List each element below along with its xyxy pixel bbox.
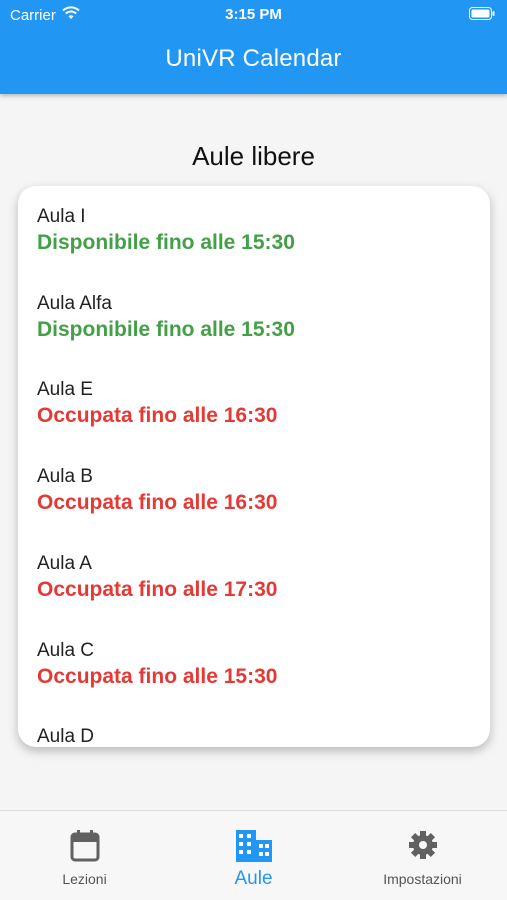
room-name: Aula A [37,553,92,574]
room-item[interactable]: Aula A Occupata fino alle 17:30 [37,552,477,604]
room-item[interactable]: Aula C Occupata fino alle 15:30 [37,639,477,691]
room-name: Aula B [37,466,93,487]
calendar-icon [0,829,169,863]
room-name: Aula D [37,726,95,747]
tab-label: Impostazioni [383,871,462,887]
tab-aule[interactable]: Aule [169,811,338,900]
room-item[interactable]: Aula D [37,725,477,747]
bottom-navigation: Lezioni Aule Impostazioni [0,810,507,900]
room-status: Occupata fino alle 16:30 [37,404,278,427]
gear-icon [338,829,507,863]
room-item[interactable]: Aula I Disponibile fino alle 15:30 [37,205,477,257]
room-name: Aula Alfa [37,293,112,314]
tab-lezioni[interactable]: Lezioni [0,811,169,900]
room-status: Disponibile fino alle 15:30 [37,231,295,254]
page-heading: Aule libere [192,141,315,171]
app-title: UniVR Calendar [165,45,342,72]
room-status: Occupata fino alle 16:30 [37,491,278,514]
room-name: Aula E [37,379,93,400]
room-name: Aula C [37,640,95,661]
app-bar: Carrier 3:15 PM UniVR Calendar [0,0,507,94]
battery-icon [469,7,495,24]
rooms-list-card[interactable]: Aula I Disponibile fino alle 15:30 Aula … [18,186,490,747]
tab-label: Aule [234,868,273,889]
status-bar: Carrier 3:15 PM [0,0,507,28]
room-status: Occupata fino alle 17:30 [37,578,278,601]
room-item[interactable]: Aula E Occupata fino alle 16:30 [37,378,477,430]
room-name: Aula I [37,206,86,227]
room-status: Disponibile fino alle 15:30 [37,318,295,341]
tab-impostazioni[interactable]: Impostazioni [338,811,507,900]
tab-label: Lezioni [62,871,107,887]
room-status: Occupata fino alle 15:30 [37,665,278,688]
room-item[interactable]: Aula B Occupata fino alle 16:30 [37,465,477,517]
clock: 3:15 PM [225,6,282,23]
room-item[interactable]: Aula Alfa Disponibile fino alle 15:30 [37,292,477,344]
building-icon [169,829,338,863]
